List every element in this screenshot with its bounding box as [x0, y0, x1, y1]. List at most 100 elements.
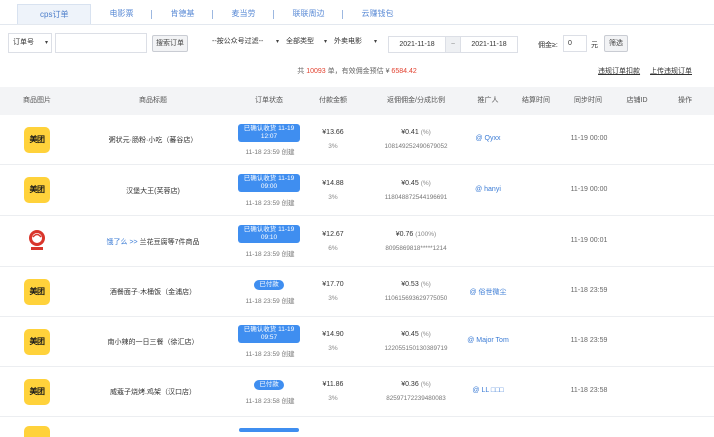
- product-title-text: 兰花豆腐等7件商品: [139, 239, 200, 246]
- search-orders-button[interactable]: 搜索订单: [152, 35, 188, 52]
- commission-min-input[interactable]: 0: [563, 35, 587, 52]
- col-commission: 返佣佣金/分成比例: [387, 97, 445, 104]
- commission-amount: ¥0.45 (%): [368, 331, 464, 338]
- chevron-down-icon: ▾: [275, 39, 279, 45]
- date-to-input[interactable]: 2021-11-18: [461, 37, 517, 52]
- tab-movie-tickets[interactable]: 电影票: [91, 4, 151, 24]
- col-product-image: 商品图片: [23, 97, 51, 104]
- tab-cps-orders[interactable]: cps订单: [17, 4, 92, 24]
- meituan-logo: 美团: [24, 379, 50, 405]
- promoter-link[interactable]: @ 俗世微尘: [460, 287, 516, 297]
- col-order-status: 订单状态: [255, 97, 283, 104]
- status-badge: 已确认收货 11-19 12:07: [238, 124, 300, 142]
- tab-lianlian-nearby[interactable]: 联联周边: [274, 4, 342, 24]
- meituan-logo: 美团: [24, 127, 50, 153]
- type-filter-value: 全部类型: [286, 38, 314, 45]
- promoter-link[interactable]: @ Major Tom: [460, 337, 516, 344]
- payment-amount: ¥14.90: [322, 331, 344, 338]
- commission-value: ¥0.41: [401, 129, 419, 136]
- tab-underline: [0, 24, 714, 25]
- col-settle-time: 结算时间: [522, 97, 550, 104]
- promoter-link[interactable]: @ hanyi: [460, 186, 516, 193]
- upload-link[interactable]: 上传违规订单: [650, 68, 692, 75]
- status-badge: 已付款: [254, 380, 284, 390]
- payment-amount: ¥13.66: [322, 129, 344, 136]
- col-shop-id: 店铺ID: [626, 97, 648, 104]
- type-filter-select[interactable]: 全部类型 ▾: [282, 33, 330, 53]
- chevron-down-icon: ▾: [44, 40, 48, 46]
- date-from-input[interactable]: 2021-11-18: [389, 37, 445, 52]
- eleme-logo-icon: [29, 230, 45, 250]
- platform-link[interactable]: 饿了么 >>: [107, 239, 138, 246]
- product-title[interactable]: 饿了么 >> 兰花豆腐等7件商品: [78, 237, 228, 247]
- table-row-partial: [0, 417, 714, 437]
- product-title-text: 粥状元·肠粉·小吃（蕃谷店）: [108, 137, 198, 144]
- commission-amount: ¥0.76 (100%): [368, 231, 464, 238]
- order-id: 8095869818*****1214: [385, 245, 447, 252]
- order-type-value: 订单号: [13, 39, 34, 46]
- payment-percent: 3%: [328, 395, 338, 402]
- date-range-picker: 2021-11-18 ~ 2021-11-18: [388, 36, 518, 53]
- meituan-logo: 美团: [24, 279, 50, 305]
- status-badge: [239, 428, 299, 432]
- filter-button[interactable]: 筛选: [604, 35, 628, 52]
- commission-value: ¥0.45: [401, 180, 419, 187]
- product-title[interactable]: 南小辣的一日三餐（徐汇店）: [78, 337, 228, 347]
- deduct-link[interactable]: 违规订单扣款: [598, 68, 640, 75]
- sync-time: 11-18 23:59: [570, 337, 608, 344]
- commission-value: ¥0.45: [401, 331, 419, 338]
- commission-unit: 元: [591, 42, 598, 49]
- meituan-logo: 美团: [24, 329, 50, 355]
- product-title[interactable]: 酒餐面子·木桶饭（金浦店）: [78, 287, 228, 297]
- product-title[interactable]: 威蔻子烧烤.鸡架（汉口店）: [78, 387, 228, 397]
- order-id: 118048872544196691: [384, 194, 448, 201]
- payment-amount: ¥17.70: [322, 281, 344, 288]
- tab-cloud-wallet[interactable]: 云赚钱包: [343, 4, 411, 24]
- meituan-logo: [24, 426, 50, 437]
- tab-bar-container: cps订单 电影票 肯德基 麦当劳 联联周边 云赚钱包: [0, 0, 714, 25]
- search-input[interactable]: [55, 33, 147, 53]
- account-filter-select[interactable]: --按公众号过滤-- ▾: [208, 33, 282, 53]
- header-links: 违规订单扣款 上传违规订单: [590, 66, 692, 76]
- commission-label: 佣金≥:: [538, 42, 558, 49]
- commission-ratio: (%): [420, 281, 431, 288]
- commission-amount: ¥0.41 (%): [368, 129, 464, 136]
- filter-bar: 订单号 ▾ 搜索订单 --按公众号过滤-- ▾ 全部类型 ▾ 外卖电影 ▾ 20…: [0, 33, 714, 55]
- col-promoter: 推广人: [477, 97, 499, 104]
- payment-percent: 6%: [328, 245, 338, 252]
- order-id: 110615693629775050: [384, 295, 448, 302]
- payment-percent: 3%: [328, 194, 338, 201]
- payment-percent: 3%: [328, 345, 338, 352]
- table-row: 美团 粥状元·肠粉·小吃（蕃谷店） 已确认收货 11-19 12:07 11-1…: [0, 115, 714, 165]
- commission-value: ¥0.36: [401, 381, 419, 388]
- promoter-link[interactable]: @ Qyxx: [460, 135, 516, 142]
- commission-ratio: (100%): [415, 231, 437, 238]
- category-filter-select[interactable]: 外卖电影 ▾: [330, 33, 380, 53]
- status-badge: 已确认收货 11-19 09:10: [238, 225, 300, 243]
- status-badge: 已确认收货 11-19 09:00: [238, 174, 300, 192]
- summary-count: 10093: [306, 68, 326, 75]
- created-time: 11-18 23:58 创建: [245, 398, 295, 405]
- commission-ratio: (%): [420, 129, 431, 136]
- col-product-title: 商品标题: [139, 97, 167, 104]
- product-title[interactable]: 汉堡大王(芙蓉店): [78, 186, 228, 196]
- commission-ratio: (%): [420, 331, 431, 338]
- payment-amount: ¥11.86: [322, 381, 344, 388]
- table-row: 饿了么 >> 兰花豆腐等7件商品 已确认收货 11-19 09:10 11-18…: [0, 216, 714, 267]
- commission-value: ¥0.53: [401, 281, 419, 288]
- category-filter-value: 外卖电影: [334, 38, 362, 45]
- table-row: 美团 南小辣的一日三餐（徐汇店） 已确认收货 11-19 09:57 11-18…: [0, 317, 714, 367]
- commission-ratio: (%): [420, 381, 431, 388]
- order-type-select[interactable]: 订单号 ▾: [8, 33, 52, 53]
- payment-percent: 3%: [328, 143, 338, 150]
- payment-percent: 3%: [328, 295, 338, 302]
- status-badge: 已确认收货 11-19 09:57: [238, 325, 300, 343]
- tab-mcdonalds[interactable]: 麦当劳: [213, 4, 273, 24]
- tab-kfc[interactable]: 肯德基: [152, 4, 212, 24]
- product-title[interactable]: 粥状元·肠粉·小吃（蕃谷店）: [78, 135, 228, 145]
- promoter-link[interactable]: @ LL □□□: [460, 387, 516, 394]
- created-time: 11-18 23:59 创建: [245, 200, 295, 207]
- commission-amount: ¥0.53 (%): [368, 281, 464, 288]
- chevron-down-icon: ▾: [373, 39, 377, 45]
- chevron-down-icon: ▾: [323, 39, 327, 45]
